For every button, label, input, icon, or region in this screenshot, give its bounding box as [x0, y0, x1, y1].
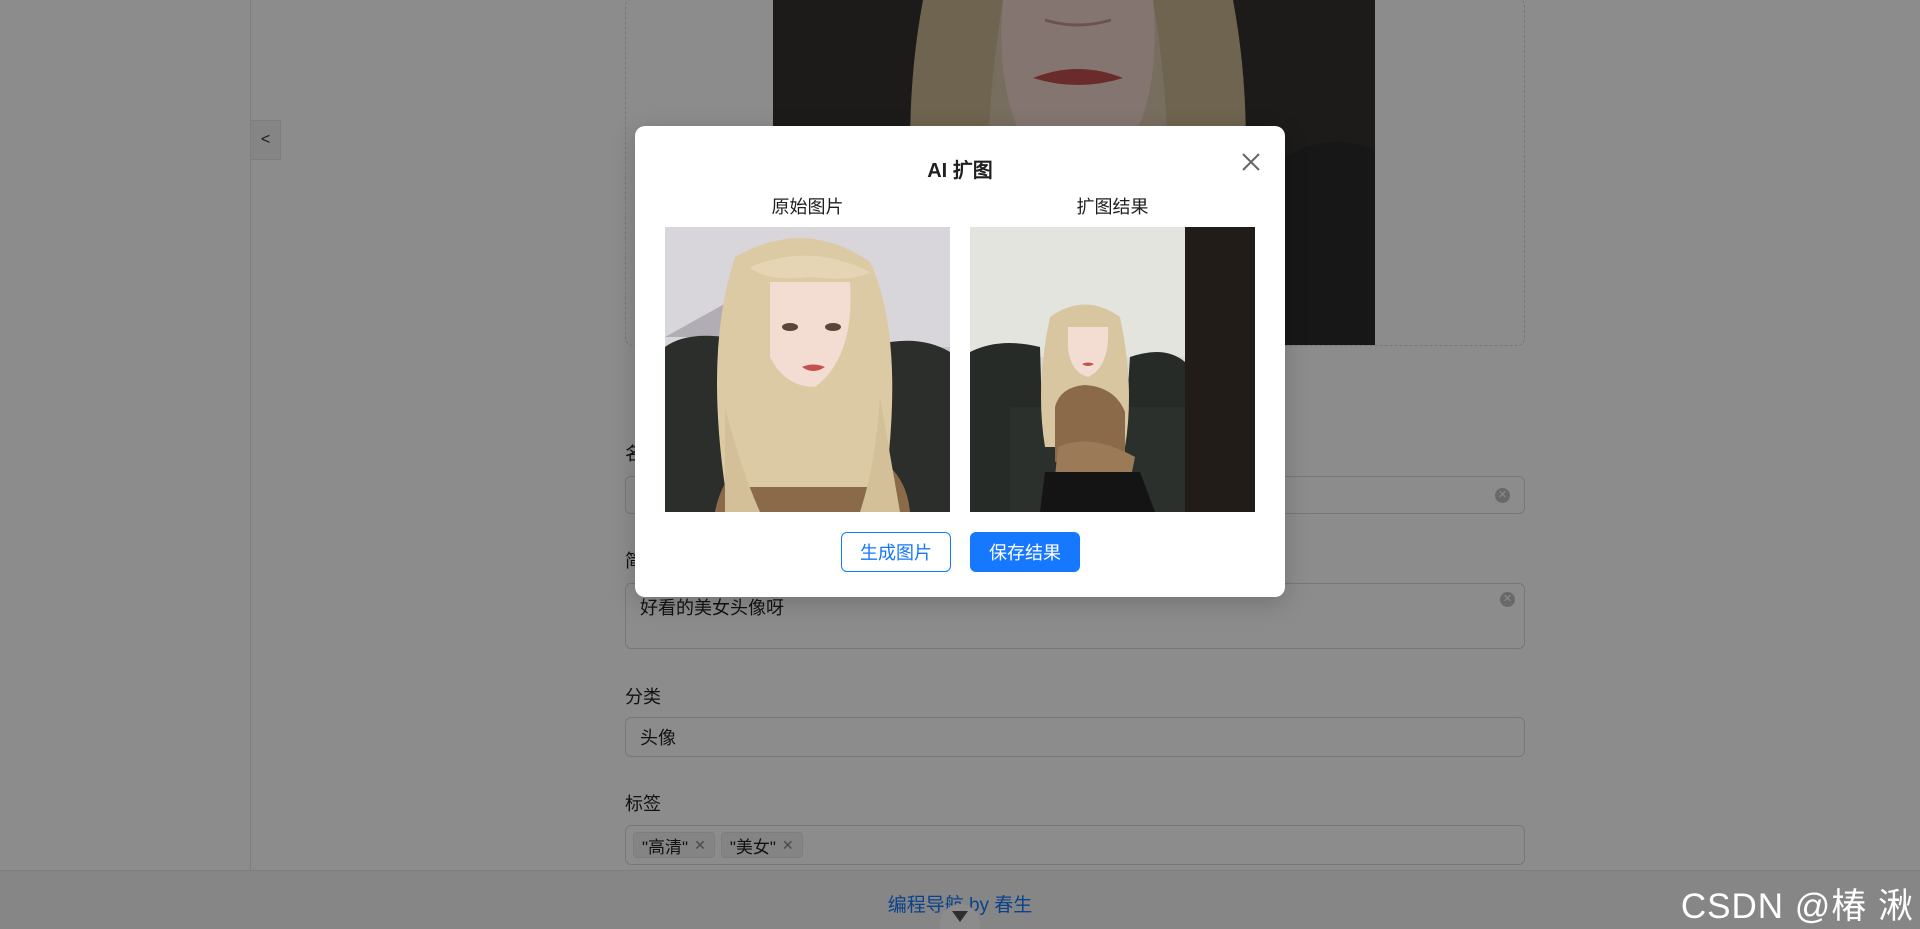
generate-image-button[interactable]: 生成图片	[841, 532, 951, 572]
close-icon[interactable]	[1239, 150, 1263, 174]
ai-outpaint-modal: AI 扩图 原始图片 扩图结果 生成图片 保存结果	[635, 126, 1285, 597]
original-image-label: 原始图片	[771, 197, 844, 217]
modal-title: AI 扩图	[927, 160, 993, 182]
result-image-label: 扩图结果	[1076, 197, 1149, 217]
original-image	[665, 227, 950, 512]
watermark: CSDN @椿 湫	[1680, 887, 1914, 926]
save-result-button[interactable]: 保存结果	[970, 532, 1080, 572]
result-image	[970, 227, 1255, 512]
